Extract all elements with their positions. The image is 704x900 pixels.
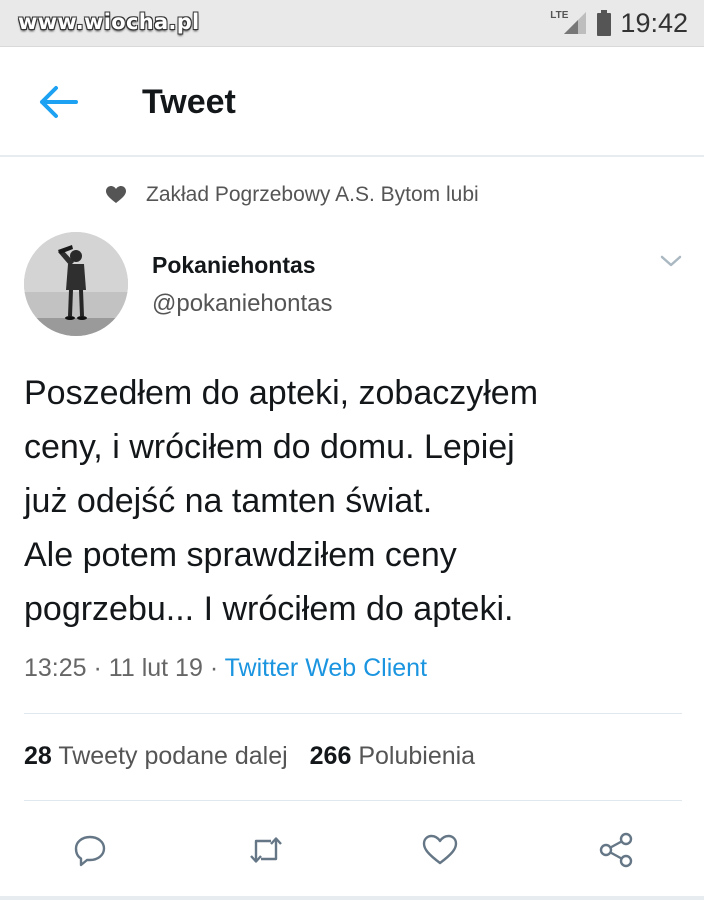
action-bar bbox=[0, 826, 704, 874]
avatar[interactable] bbox=[24, 232, 128, 336]
social-context-text: Zakład Pogrzebowy A.S. Bytom lubi bbox=[146, 183, 479, 206]
battery-icon bbox=[597, 10, 612, 36]
share-icon bbox=[599, 832, 633, 868]
heart-filled-icon bbox=[106, 186, 126, 203]
retweets-stat[interactable]: 28 Tweety podane dalej bbox=[24, 742, 288, 770]
watermark: www.wiocha.pl bbox=[18, 10, 200, 34]
page-title: Tweet bbox=[142, 83, 236, 121]
status-indicators: LTE 19:42 bbox=[536, 6, 688, 40]
tweet-date: 11 lut 19 bbox=[108, 654, 203, 682]
meta-separator: · bbox=[93, 654, 102, 682]
arrow-left-icon bbox=[40, 86, 78, 118]
divider bbox=[24, 713, 682, 714]
likes-label: Polubienia bbox=[358, 742, 476, 770]
like-button[interactable] bbox=[416, 826, 464, 874]
tweet-stats: 28 Tweety podane dalej 266 Polubienia bbox=[24, 742, 475, 771]
chevron-down-icon bbox=[660, 255, 682, 267]
status-bar: www.wiocha.pl LTE 19:42 bbox=[0, 0, 704, 47]
like-icon bbox=[422, 834, 458, 865]
reply-button[interactable] bbox=[66, 826, 114, 874]
network-type: LTE bbox=[550, 9, 569, 21]
divider bbox=[24, 800, 682, 801]
clock: 19:42 bbox=[620, 7, 688, 38]
tweet-meta: 13:25 · 11 lut 19 · Twitter Web Client bbox=[24, 654, 427, 683]
author-handle[interactable]: @pokaniehontas bbox=[152, 290, 333, 318]
avatar-image bbox=[24, 232, 128, 336]
retweet-icon bbox=[250, 837, 282, 863]
likes-stat[interactable]: 266 Polubienia bbox=[310, 742, 475, 770]
tweet-source-link[interactable]: Twitter Web Client bbox=[225, 654, 427, 682]
tweet-text: Poszedłem do apteki, zobaczyłem ceny, i … bbox=[24, 374, 539, 628]
app-header: Tweet bbox=[0, 47, 704, 157]
reply-icon bbox=[74, 835, 106, 867]
back-button[interactable] bbox=[36, 83, 82, 121]
tweet-menu-button[interactable] bbox=[658, 250, 684, 272]
social-context[interactable]: Zakład Pogrzebowy A.S. Bytom lubi bbox=[106, 178, 479, 212]
retweets-label: Tweety podane dalej bbox=[58, 742, 288, 770]
divider bbox=[0, 896, 704, 900]
retweet-button[interactable] bbox=[242, 826, 290, 874]
meta-separator: · bbox=[209, 654, 219, 682]
share-button[interactable] bbox=[592, 826, 640, 874]
likes-count: 266 bbox=[309, 742, 352, 770]
retweets-count: 28 bbox=[24, 742, 52, 770]
author-name[interactable]: Pokaniehontas bbox=[152, 252, 316, 279]
tweet-time: 13:25 bbox=[24, 654, 87, 682]
